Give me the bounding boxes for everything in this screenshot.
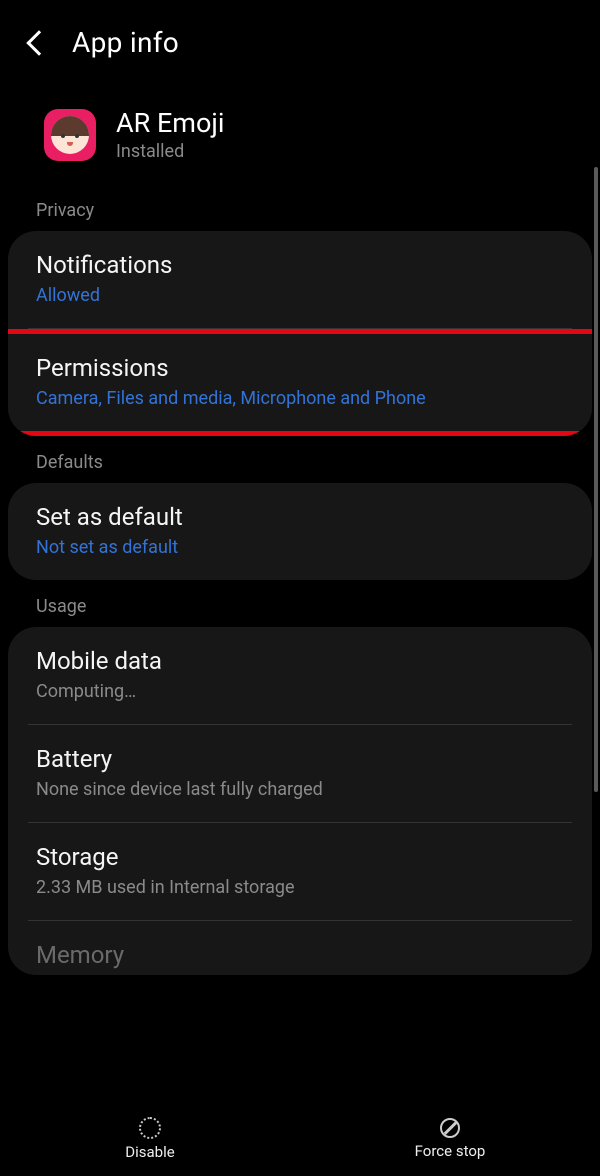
mobile-data-sub: Computing… (36, 681, 564, 702)
memory-item[interactable]: Memory No RAM used in last 3 hours (8, 921, 592, 975)
mobile-data-item[interactable]: Mobile data Computing… (8, 627, 592, 724)
notifications-item[interactable]: Notifications Allowed (8, 231, 592, 328)
back-icon[interactable] (26, 30, 51, 55)
force-stop-icon (440, 1118, 460, 1138)
app-icon (44, 109, 96, 161)
scrollbar[interactable] (594, 167, 598, 792)
disable-label: Disable (125, 1143, 174, 1161)
permissions-item[interactable]: Permissions Camera, Files and media, Mic… (8, 329, 592, 436)
section-label-defaults: Defaults (0, 436, 600, 483)
privacy-card: Notifications Allowed Permissions Camera… (8, 231, 592, 436)
battery-sub: None since device last fully charged (36, 779, 564, 800)
disable-icon (139, 1117, 161, 1139)
memory-title: Memory (36, 941, 564, 969)
usage-card: Mobile data Computing… Battery None sinc… (8, 627, 592, 975)
storage-sub: 2.33 MB used in Internal storage (36, 877, 564, 898)
permissions-sub: Camera, Files and media, Microphone and … (36, 388, 564, 409)
permissions-title: Permissions (36, 354, 564, 382)
disable-button[interactable]: Disable (0, 1102, 300, 1176)
storage-item[interactable]: Storage 2.33 MB used in Internal storage (8, 823, 592, 920)
battery-title: Battery (36, 745, 564, 773)
storage-title: Storage (36, 843, 564, 871)
set-default-title: Set as default (36, 503, 564, 531)
notifications-title: Notifications (36, 251, 564, 279)
mobile-data-title: Mobile data (36, 647, 564, 675)
app-name: AR Emoji (116, 107, 224, 139)
section-label-privacy: Privacy (0, 184, 600, 231)
force-stop-button[interactable]: Force stop (300, 1102, 600, 1176)
bottom-bar: Disable Force stop (0, 1102, 600, 1176)
app-header: AR Emoji Installed (0, 77, 600, 184)
scroll-area[interactable]: AR Emoji Installed Privacy Notifications… (0, 77, 600, 1117)
set-default-sub: Not set as default (36, 537, 564, 558)
force-stop-label: Force stop (415, 1142, 486, 1160)
section-label-usage: Usage (0, 580, 600, 627)
app-status: Installed (116, 141, 224, 162)
defaults-card: Set as default Not set as default (8, 483, 592, 580)
battery-item[interactable]: Battery None since device last fully cha… (8, 725, 592, 822)
set-default-item[interactable]: Set as default Not set as default (8, 483, 592, 580)
header-bar: App info (0, 0, 600, 77)
notifications-sub: Allowed (36, 285, 564, 306)
page-title: App info (72, 26, 179, 59)
